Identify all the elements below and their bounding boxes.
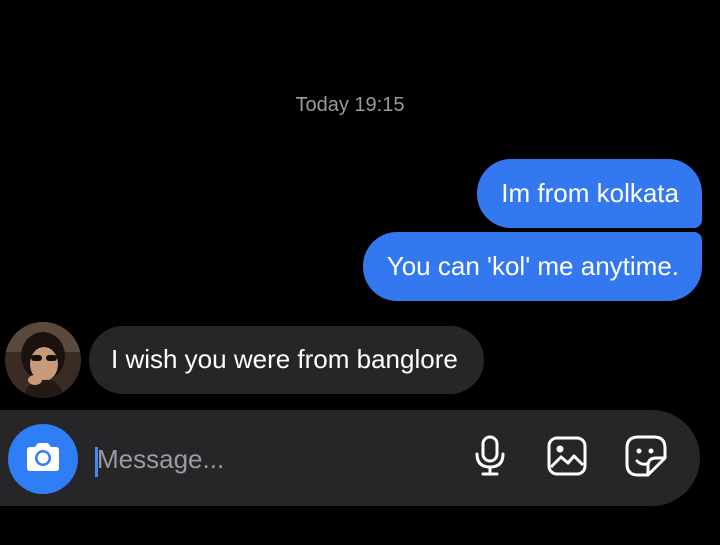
gallery-icon [546,435,588,482]
message-input[interactable] [97,438,437,480]
sender-avatar[interactable] [5,322,81,398]
microphone-icon [473,435,507,482]
camera-icon [24,440,62,479]
message-timestamp: Today 19:15 [295,94,405,116]
microphone-button[interactable] [466,434,514,482]
outgoing-message-bubble[interactable]: Im from kolkata [477,159,702,228]
message-composer [0,410,700,506]
chat-screen: Today 19:15 Im from kolkata You can 'kol… [0,0,720,545]
sticker-button[interactable] [622,434,670,482]
gallery-button[interactable] [543,434,591,482]
incoming-message-bubble[interactable]: I wish you were from banglore [89,326,484,394]
outgoing-message-bubble[interactable]: You can 'kol' me anytime. [362,232,702,301]
camera-button[interactable] [8,424,78,494]
sticker-icon [624,434,668,483]
